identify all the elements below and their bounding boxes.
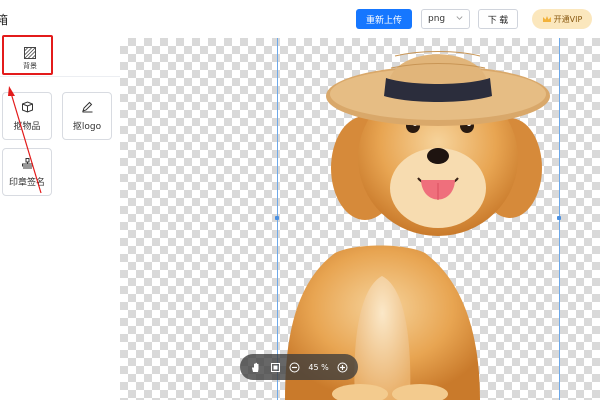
- canvas-workspace[interactable]: [120, 38, 600, 400]
- tool-cutout-logo-label: 抠logo: [72, 121, 102, 132]
- reupload-button[interactable]: 重新上传: [356, 9, 412, 29]
- vip-button[interactable]: 开通VIP: [532, 9, 592, 29]
- format-value: png: [428, 14, 446, 24]
- chevron-down-icon: [456, 16, 463, 20]
- hand-pan-icon[interactable]: [250, 361, 262, 373]
- fit-screen-icon[interactable]: [269, 361, 281, 373]
- tool-cutout-logo[interactable]: 抠logo: [62, 92, 112, 140]
- cutout-image-dog-with-hat: [285, 51, 550, 400]
- annotation-arrow: [8, 86, 42, 194]
- zoom-toolbar: 45 %: [240, 354, 358, 380]
- pen-icon: [81, 101, 92, 112]
- zoom-out-icon[interactable]: [289, 361, 301, 373]
- crown-icon: [542, 15, 551, 22]
- resize-handle-left[interactable]: [275, 216, 279, 220]
- resize-handle-right[interactable]: [557, 216, 561, 220]
- download-button[interactable]: 下 载: [478, 9, 518, 29]
- zoom-level: 45 %: [308, 362, 329, 372]
- zoom-in-icon[interactable]: [336, 361, 348, 373]
- vip-label: 开通VIP: [553, 14, 583, 24]
- top-bar: 箱 重新上传 png 下 载 开通VIP: [0, 0, 600, 38]
- format-select[interactable]: png: [421, 9, 470, 29]
